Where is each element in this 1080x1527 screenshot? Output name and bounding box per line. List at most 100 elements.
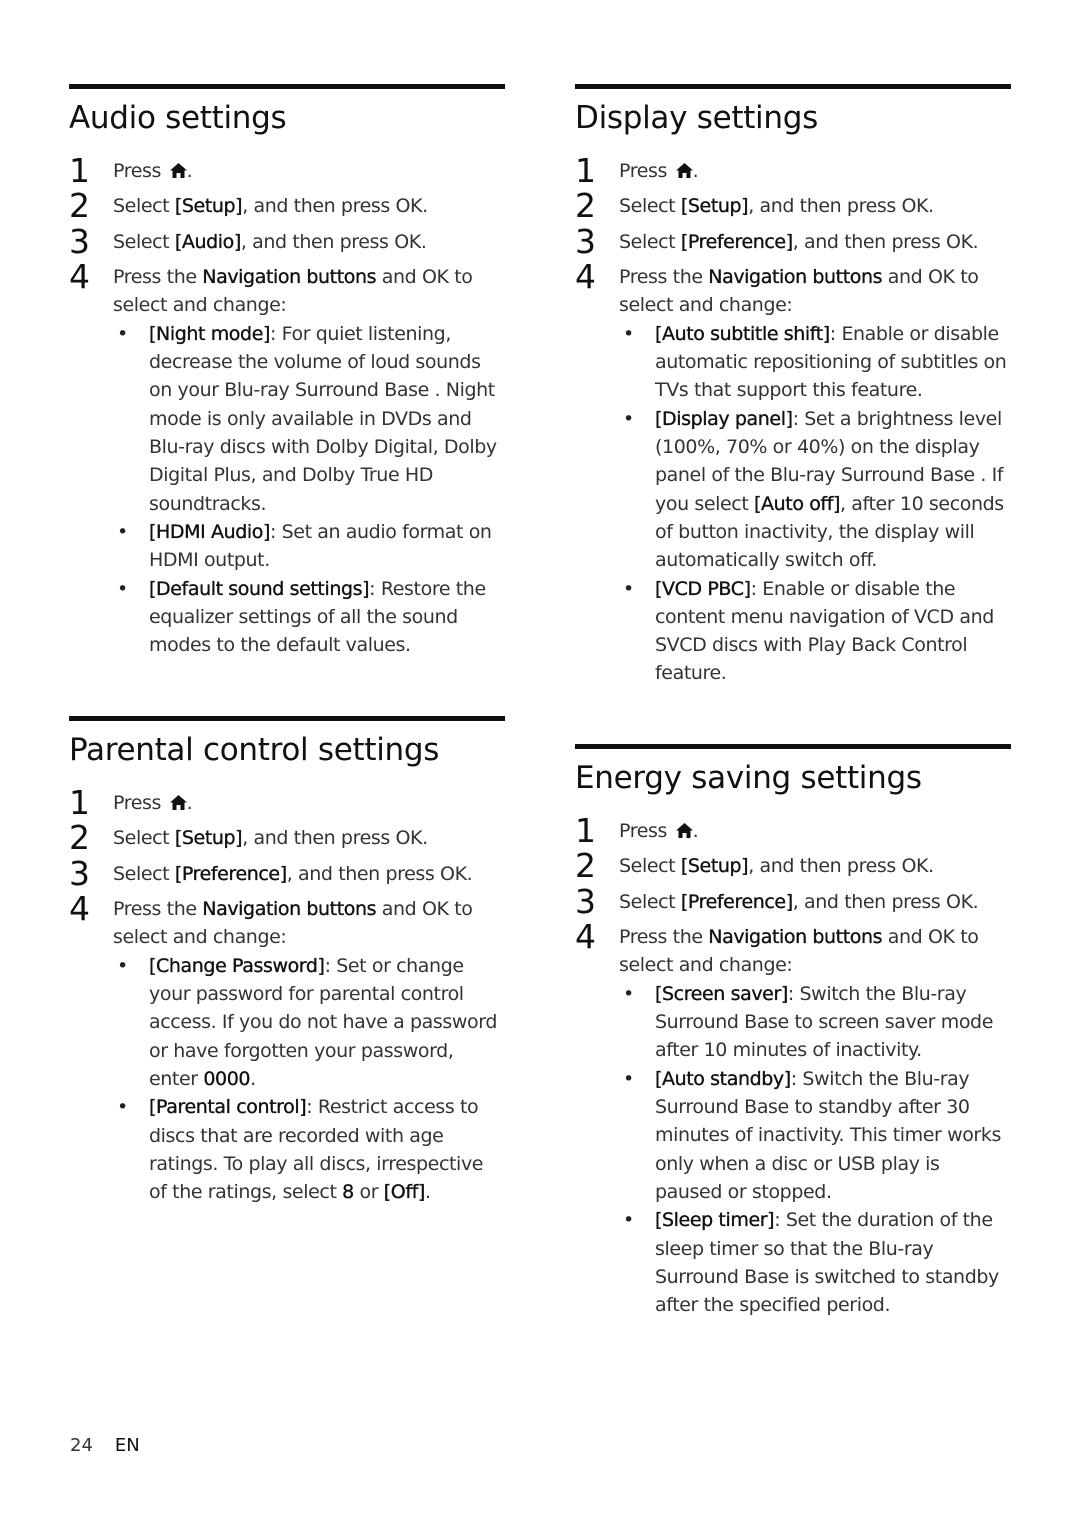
steps-list: 1 Press . 2 Select [Setup], and then press… bbox=[69, 783, 505, 1207]
menu-term: [Preference] bbox=[680, 890, 794, 913]
bullet-icon: • bbox=[623, 982, 634, 1005]
option-term: [Auto off] bbox=[754, 492, 841, 515]
step-number: 3 bbox=[575, 221, 596, 261]
step-item: 1 Press . bbox=[575, 151, 1011, 190]
audio-settings-section: Audio settings 1 Press . 2 Select [Setup],… bbox=[69, 84, 505, 659]
option-term: [Sleep timer] bbox=[655, 1209, 775, 1232]
section-title: Audio settings bbox=[69, 100, 287, 136]
option-term: [HDMI Audio] bbox=[149, 520, 271, 543]
option-description: : For quiet listening, decrease the volu… bbox=[149, 322, 497, 515]
step-text: Press the bbox=[619, 925, 709, 948]
menu-term: [Preference] bbox=[680, 230, 794, 253]
menu-term: [Setup] bbox=[174, 195, 243, 218]
option-list: • [Night mode]: For quiet listening, decr… bbox=[113, 320, 505, 660]
step-item: 4 Press the Navigation buttons and OK to … bbox=[575, 916, 1011, 1320]
option-term: [Default sound settings] bbox=[149, 577, 370, 600]
option-list: • [Screen saver]: Switch the Blu-ray Surr… bbox=[619, 980, 1011, 1320]
language-code: EN bbox=[114, 1435, 140, 1456]
step-number: 3 bbox=[69, 221, 90, 261]
option-description: . bbox=[250, 1068, 256, 1091]
step-text: . bbox=[186, 792, 193, 814]
step-number: 1 bbox=[69, 783, 90, 822]
menu-term: Navigation buttons bbox=[202, 897, 377, 920]
step-item: 2 Select [Setup], and then press OK. bbox=[69, 821, 505, 854]
step-text: Select bbox=[619, 195, 681, 218]
step-item: 2 Select [Setup], and then press OK. bbox=[575, 189, 1011, 222]
step-text: Press bbox=[113, 160, 167, 182]
bullet-icon: • bbox=[623, 1067, 634, 1090]
step-number: 1 bbox=[575, 811, 596, 850]
option-list: • [Auto subtitle shift]: Enable or disabl… bbox=[619, 320, 1011, 688]
section-divider bbox=[575, 84, 1011, 89]
option-item: • [Screen saver]: Switch the Blu-ray Surr… bbox=[619, 980, 1011, 1065]
step-item: 4 Press the Navigation buttons and OK to … bbox=[575, 256, 1011, 688]
menu-term: Navigation buttons bbox=[708, 265, 883, 288]
option-item: • [Default sound settings]: Restore the e… bbox=[113, 575, 505, 660]
step-text: Press bbox=[619, 160, 673, 182]
option-description: or bbox=[353, 1181, 384, 1204]
option-item: • [VCD PBC]: Enable or disable the conten… bbox=[619, 575, 1011, 688]
step-text: Select bbox=[113, 827, 175, 850]
option-term: [Night mode] bbox=[149, 322, 271, 345]
option-item: • [Display panel]: Set a brightness level… bbox=[619, 405, 1011, 575]
display-settings-section: Display settings 1 Press . 2 Select [Setup… bbox=[575, 84, 1011, 688]
step-number: 1 bbox=[69, 151, 90, 190]
step-item: 4 Press the Navigation buttons and OK to … bbox=[69, 256, 505, 660]
step-number: 4 bbox=[69, 888, 90, 928]
step-number: 3 bbox=[575, 881, 596, 921]
step-text: Press bbox=[113, 792, 167, 814]
parental-control-section: Parental control settings 1 Press . 2 Sele… bbox=[69, 716, 505, 1207]
steps-list: 1 Press . 2 Select [Setup], and then press… bbox=[575, 151, 1011, 688]
step-number: 4 bbox=[575, 916, 596, 956]
menu-term: Navigation buttons bbox=[708, 925, 883, 948]
option-term: 0000 bbox=[203, 1068, 251, 1091]
section-divider bbox=[575, 744, 1011, 749]
option-description: . bbox=[424, 1181, 431, 1204]
step-item: 2 Select [Setup], and then press OK. bbox=[575, 846, 1011, 886]
option-term: [Auto standby] bbox=[655, 1067, 792, 1090]
bullet-icon: • bbox=[117, 322, 128, 345]
option-term: [Screen saver] bbox=[655, 982, 789, 1005]
step-number: 1 bbox=[575, 151, 596, 190]
bullet-icon: • bbox=[117, 577, 128, 600]
step-number: 4 bbox=[575, 256, 596, 296]
option-item: • [HDMI Audio]: Set an audio format on HD… bbox=[113, 518, 505, 575]
step-text: Press the bbox=[619, 265, 709, 288]
page-footer: 24 EN bbox=[70, 1435, 140, 1456]
option-item: • [Sleep timer]: Set the duration of the … bbox=[619, 1206, 1011, 1319]
bullet-icon: • bbox=[623, 577, 634, 600]
menu-term: Navigation buttons bbox=[202, 265, 377, 288]
step-number: 4 bbox=[69, 256, 90, 296]
bullet-icon: • bbox=[623, 322, 634, 345]
step-text: , and then press OK. bbox=[748, 855, 934, 878]
step-text: , and then press OK. bbox=[242, 827, 428, 850]
option-term: [VCD PBC] bbox=[655, 577, 751, 600]
menu-term: [Setup] bbox=[174, 827, 243, 850]
step-text: Press the bbox=[113, 897, 203, 920]
step-text: , and then press OK. bbox=[792, 890, 979, 913]
menu-term: [Audio] bbox=[174, 230, 242, 253]
option-term: [Parental control] bbox=[149, 1096, 307, 1119]
option-item: • [Auto subtitle shift]: Enable or disabl… bbox=[619, 320, 1011, 405]
step-number: 3 bbox=[69, 853, 90, 893]
step-text: , and then press OK. bbox=[792, 230, 979, 253]
option-item: • [Parental control]: Restrict access to … bbox=[113, 1093, 505, 1206]
bullet-icon: • bbox=[117, 1096, 128, 1119]
step-text: , and then press OK. bbox=[242, 195, 428, 218]
home-icon bbox=[675, 163, 693, 178]
step-text: Press bbox=[619, 820, 673, 842]
step-text: Select bbox=[619, 230, 681, 253]
option-term: [Display panel] bbox=[655, 407, 793, 430]
menu-term: [Setup] bbox=[680, 855, 749, 878]
step-text: . bbox=[186, 160, 193, 182]
option-term: [Off] bbox=[383, 1181, 426, 1204]
option-term: [Auto subtitle shift] bbox=[655, 322, 831, 345]
step-text: Select bbox=[113, 862, 175, 885]
step-text: Select bbox=[619, 855, 681, 878]
step-item: 3 Select [Audio], and then press OK. bbox=[69, 221, 505, 261]
option-term: [Change Password] bbox=[149, 954, 325, 977]
step-text: , and then press OK. bbox=[748, 195, 934, 218]
step-item: 4 Press the Navigation buttons and OK to … bbox=[69, 888, 505, 1207]
step-text: . bbox=[692, 820, 699, 842]
step-number: 2 bbox=[575, 846, 596, 886]
